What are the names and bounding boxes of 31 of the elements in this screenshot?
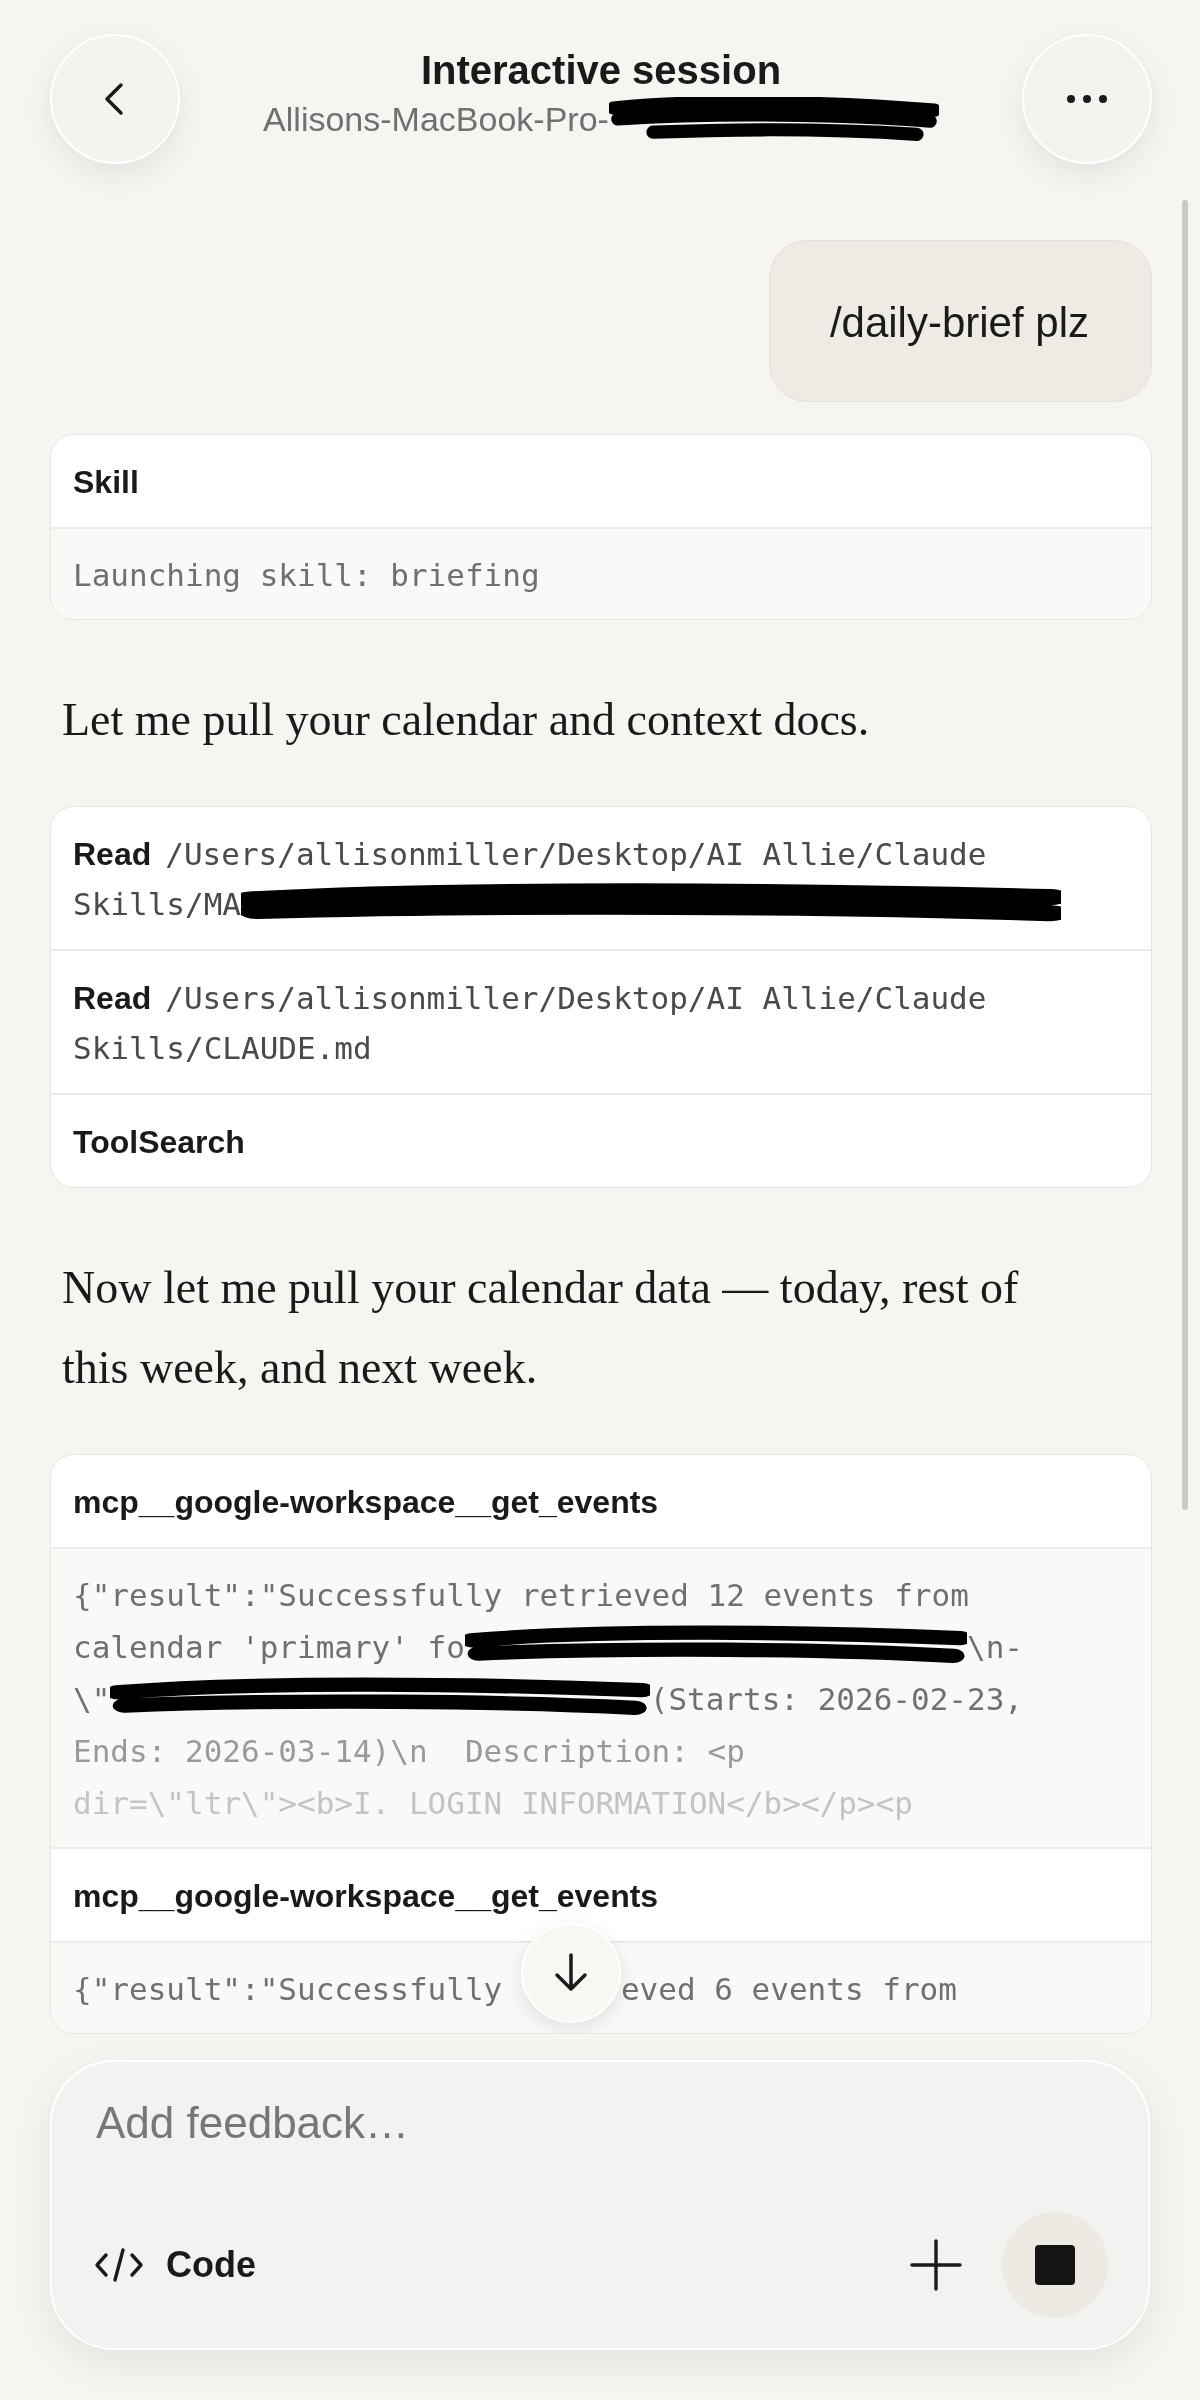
tool-name: Skill <box>73 463 139 502</box>
tool-name: Read <box>73 835 152 874</box>
stop-icon <box>1034 2244 1076 2286</box>
session-subtitle: Allisons-MacBook-Pro- <box>263 99 609 139</box>
tool-name: Read <box>73 979 152 1018</box>
file-path: /Users/allisonmiller/Desktop/AI Allie/Claude <box>165 835 987 874</box>
tool-name: mcp__google-workspace__get_events <box>73 1483 659 1522</box>
user-message: /daily-brief plz <box>768 240 1152 402</box>
code-mode-button[interactable]: Code <box>52 2244 256 2286</box>
output-text: \n- <box>967 1629 1023 1665</box>
assistant-message: Now let me pull your calendar data — today, rest of this week, and next week. <box>62 1261 1020 1395</box>
file-path: Skills/MA <box>73 885 241 924</box>
output-text: Launching skill: briefing <box>73 557 540 593</box>
output-text: {"result":"Successfully <box>73 1971 504 2007</box>
tool-name: mcp__google-workspace__get_events <box>73 1877 659 1916</box>
output-text: calendar 'primary' fo <box>73 1629 465 1665</box>
session-title: Interactive session <box>420 48 782 93</box>
file-path: Skills/CLAUDE.md <box>73 1029 372 1068</box>
output-text: Ends: 2026-03-14)\n Description: <p <box>73 1733 745 1769</box>
more-icon <box>1065 93 1109 105</box>
output-text: \" <box>73 1681 111 1717</box>
output-text: {"result":"Successfully retrieved 12 events from <box>73 1577 969 1613</box>
assistant-message: Let me pull your calendar and context docs. <box>62 693 871 747</box>
add-button[interactable] <box>910 2239 962 2291</box>
file-path: /Users/allisonmiller/Desktop/AI Allie/Claude <box>165 979 987 1018</box>
tool-name: ToolSearch <box>73 1123 245 1162</box>
code-icon <box>94 2247 144 2283</box>
plus-icon <box>910 2239 962 2291</box>
output-text: eved 6 events from <box>620 1971 957 2007</box>
feedback-input[interactable]: Add feedback… <box>92 2098 1108 2148</box>
output-text: (Starts: 2026-02-23, <box>649 1681 1023 1717</box>
